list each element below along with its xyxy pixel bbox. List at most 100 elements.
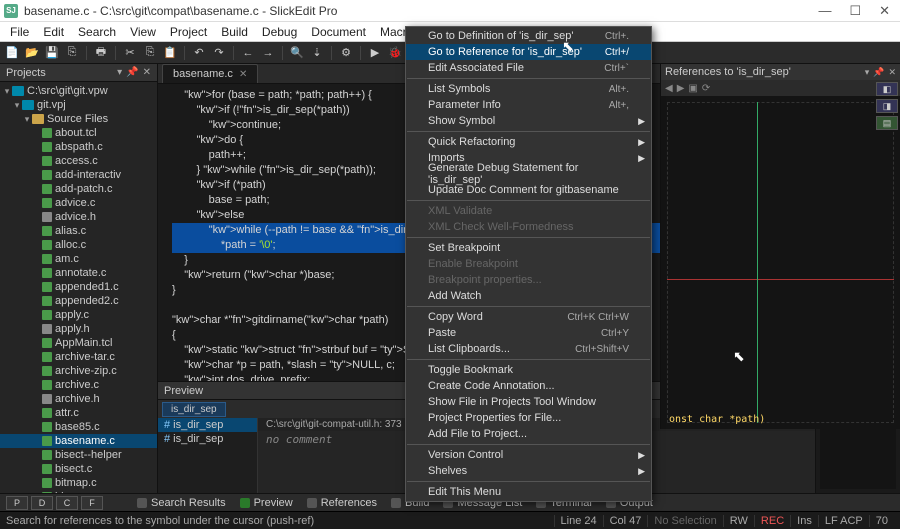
forward-icon[interactable]: → bbox=[260, 45, 276, 61]
menu-item[interactable]: Show File in Projects Tool Window bbox=[406, 394, 651, 410]
tree-item[interactable]: apply.h bbox=[0, 322, 157, 336]
cut-icon[interactable]: ✂ bbox=[122, 45, 138, 61]
preview-symbol-list[interactable]: # is_dir_sep# is_dir_sep bbox=[158, 418, 258, 493]
maximize-icon[interactable]: ☐ bbox=[849, 3, 861, 19]
tree-item[interactable]: archive.h bbox=[0, 392, 157, 406]
tree-item[interactable]: access.c bbox=[0, 154, 157, 168]
preview-list-item[interactable]: # is_dir_sep bbox=[158, 432, 257, 446]
menu-item[interactable]: Toggle Bookmark bbox=[406, 362, 651, 378]
tree-item[interactable]: alloc.c bbox=[0, 238, 157, 252]
left-tab-c[interactable]: C bbox=[56, 496, 78, 510]
pin-icon[interactable]: 📌 bbox=[126, 67, 138, 78]
paste-icon[interactable]: 📋 bbox=[162, 45, 178, 61]
preview-list-item[interactable]: # is_dir_sep bbox=[158, 418, 257, 432]
tree-item[interactable]: advice.h bbox=[0, 210, 157, 224]
saveall-icon[interactable]: ⎘ bbox=[64, 45, 80, 61]
minimize-icon[interactable]: — bbox=[818, 3, 831, 19]
menu-file[interactable]: File bbox=[4, 23, 35, 41]
tree-item[interactable]: base85.c bbox=[0, 420, 157, 434]
menu-item[interactable]: Copy WordCtrl+K Ctrl+W bbox=[406, 309, 651, 325]
menu-project[interactable]: Project bbox=[164, 23, 213, 41]
tree-item[interactable]: abspath.c bbox=[0, 140, 157, 154]
menu-item[interactable]: PasteCtrl+Y bbox=[406, 325, 651, 341]
ref-nav2-icon[interactable]: ◨ bbox=[876, 99, 898, 113]
menu-item[interactable]: List SymbolsAlt+. bbox=[406, 81, 651, 97]
tree-item[interactable]: appended2.c bbox=[0, 294, 157, 308]
tree-item[interactable]: attr.c bbox=[0, 406, 157, 420]
menu-item[interactable]: Update Doc Comment for gitbasename bbox=[406, 182, 651, 198]
copy-icon[interactable]: ⎘ bbox=[142, 45, 158, 61]
tree-item[interactable]: bisect--helper bbox=[0, 448, 157, 462]
menu-item[interactable]: Add File to Project... bbox=[406, 426, 651, 442]
tree-item[interactable]: ▾git.vpj bbox=[0, 98, 157, 112]
back-icon[interactable]: ← bbox=[240, 45, 256, 61]
menu-item[interactable]: List Clipboards...Ctrl+Shift+V bbox=[406, 341, 651, 357]
pin-icon[interactable]: 📌 bbox=[873, 67, 884, 78]
bottom-tab-references[interactable]: References bbox=[307, 497, 377, 509]
menu-debug[interactable]: Debug bbox=[256, 23, 303, 41]
tree-item[interactable]: annotate.c bbox=[0, 266, 157, 280]
debug-icon[interactable]: 🐞 bbox=[387, 45, 403, 61]
menu-item[interactable]: Version Control▶ bbox=[406, 447, 651, 463]
menu-item[interactable]: Generate Debug Statement for 'is_dir_sep… bbox=[406, 166, 651, 182]
close-pane-icon[interactable]: ✕ bbox=[888, 67, 896, 78]
menu-item[interactable]: Edit This Menu bbox=[406, 484, 651, 500]
tree-item[interactable]: add-patch.c bbox=[0, 182, 157, 196]
dropdown-icon[interactable]: ▾ bbox=[117, 67, 122, 78]
tree-item[interactable]: archive-zip.c bbox=[0, 364, 157, 378]
left-tab-p[interactable]: P bbox=[6, 496, 28, 510]
tree-item[interactable]: blame.c bbox=[0, 490, 157, 493]
close-pane-icon[interactable]: ✕ bbox=[143, 67, 151, 78]
editor-tab[interactable]: basename.c ✕ bbox=[162, 64, 258, 83]
new-icon[interactable]: 📄 bbox=[4, 45, 20, 61]
ref-collapse-icon[interactable]: ▣ bbox=[688, 83, 697, 94]
findnext-icon[interactable]: ⇣ bbox=[309, 45, 325, 61]
bottom-tab-preview[interactable]: Preview bbox=[240, 497, 293, 509]
redo-icon[interactable]: ↷ bbox=[211, 45, 227, 61]
print-icon[interactable]: 🖶 bbox=[93, 45, 109, 61]
tree-item[interactable]: am.c bbox=[0, 252, 157, 266]
save-icon[interactable]: 💾 bbox=[44, 45, 60, 61]
ref-nav3-icon[interactable]: ▤ bbox=[876, 116, 898, 130]
menu-item[interactable]: Shelves▶ bbox=[406, 463, 651, 479]
menu-item[interactable]: Set Breakpoint bbox=[406, 240, 651, 256]
preview-tab[interactable]: is_dir_sep bbox=[162, 402, 226, 417]
tree-item[interactable]: apply.c bbox=[0, 308, 157, 322]
project-tree[interactable]: ▾C:\src\git\git.vpw▾git.vpj▾Source Files… bbox=[0, 82, 157, 493]
find-icon[interactable]: 🔍 bbox=[289, 45, 305, 61]
tree-item[interactable]: about.tcl bbox=[0, 126, 157, 140]
tree-item[interactable]: advice.c bbox=[0, 196, 157, 210]
ref-next-icon[interactable]: ▶ bbox=[677, 83, 685, 94]
config-icon[interactable]: ⚙ bbox=[338, 45, 354, 61]
menu-item[interactable]: Project Properties for File... bbox=[406, 410, 651, 426]
close-icon[interactable]: ✕ bbox=[879, 3, 890, 19]
ref-refresh-icon[interactable]: ⟳ bbox=[702, 83, 710, 94]
tree-item[interactable]: archive-tar.c bbox=[0, 350, 157, 364]
menu-item[interactable]: Edit Associated FileCtrl+` bbox=[406, 60, 651, 76]
references-body[interactable]: onst char *path) bbox=[661, 96, 900, 429]
left-tab-d[interactable]: D bbox=[31, 496, 53, 510]
tree-item[interactable]: alias.c bbox=[0, 224, 157, 238]
menu-item[interactable]: Go to Reference for 'is_dir_sep'Ctrl+/ bbox=[406, 44, 651, 60]
menu-document[interactable]: Document bbox=[305, 23, 372, 41]
menu-item[interactable]: Show Symbol▶ bbox=[406, 113, 651, 129]
ref-nav1-icon[interactable]: ◧ bbox=[876, 82, 898, 96]
dropdown-icon[interactable]: ▾ bbox=[865, 67, 870, 78]
menu-item[interactable]: Create Code Annotation... bbox=[406, 378, 651, 394]
menu-view[interactable]: View bbox=[124, 23, 162, 41]
menu-item[interactable]: Go to Definition of 'is_dir_sep'Ctrl+. bbox=[406, 28, 651, 44]
open-icon[interactable]: 📂 bbox=[24, 45, 40, 61]
bottom-tab-search-results[interactable]: Search Results bbox=[137, 497, 226, 509]
tree-item[interactable]: add-interactiv bbox=[0, 168, 157, 182]
tree-item[interactable]: appended1.c bbox=[0, 280, 157, 294]
menu-item[interactable]: Add Watch bbox=[406, 288, 651, 304]
tree-item[interactable]: ▾Source Files bbox=[0, 112, 157, 126]
menu-item[interactable]: Quick Refactoring▶ bbox=[406, 134, 651, 150]
left-tab-f[interactable]: F bbox=[81, 496, 103, 510]
context-menu[interactable]: Go to Definition of 'is_dir_sep'Ctrl+.Go… bbox=[405, 26, 652, 502]
tree-item[interactable]: AppMain.tcl bbox=[0, 336, 157, 350]
menu-item[interactable]: Parameter InfoAlt+, bbox=[406, 97, 651, 113]
build-icon[interactable]: ▶ bbox=[367, 45, 383, 61]
tree-item[interactable]: archive.c bbox=[0, 378, 157, 392]
menu-build[interactable]: Build bbox=[215, 23, 254, 41]
